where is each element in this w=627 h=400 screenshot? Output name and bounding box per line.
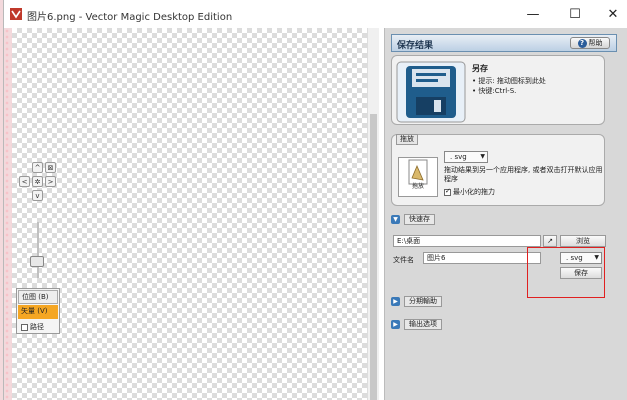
pan-right-button[interactable]: >	[45, 176, 56, 187]
minimize-drag-label: 最小化的拖力	[453, 188, 495, 196]
app-window: 图片6.png - Vector Magic Desktop Edition —…	[3, 0, 627, 400]
save-as-title: 另存	[472, 64, 488, 73]
minimize-drag-checkbox[interactable]	[444, 187, 451, 196]
help-icon: ?	[577, 38, 587, 48]
pan-down-button[interactable]: v	[32, 190, 43, 201]
panel-title: 保存结果	[397, 41, 434, 51]
path-checkbox[interactable]	[21, 323, 28, 331]
sharing-section-header[interactable]: ▶ 分期輸助	[391, 296, 442, 307]
arrow-icon: ↗	[547, 237, 553, 245]
open-folder-button[interactable]: ↗	[543, 235, 557, 247]
chevron-down-icon: ▼	[480, 153, 485, 160]
panel-header: 保存结果 ? 帮助	[391, 34, 617, 52]
mode-bitmap-button[interactable]: 位图 (B)	[18, 290, 58, 304]
maximize-button[interactable]: ☐	[560, 3, 590, 25]
drag-file-icon[interactable]	[398, 157, 438, 197]
save-as-button[interactable]: 另存 • 提示: 拖动图标到此处 • 快键:Ctrl-S.	[391, 55, 605, 125]
filename-field[interactable]: 图片6	[423, 252, 541, 264]
pan-up-button[interactable]: ^	[32, 162, 43, 173]
pan-left-button[interactable]: <	[19, 176, 30, 187]
save-panel: 保存结果 ? 帮助 另存 • 提示: 拖动图标到此处 • 快键:Ctrl-S. …	[384, 28, 627, 400]
drag-drop-section: 拖放 拖放 . svg ▼ 拖动结果到另一个应用程序, 或者双击打开默认应用程序…	[391, 134, 605, 206]
navigation-pad: ^ ⊠ < ✲ > v	[16, 162, 60, 206]
zoom-slider-track[interactable]	[37, 222, 39, 278]
pan-center-button[interactable]: ✲	[32, 176, 43, 187]
annotation-highlight-box	[527, 247, 605, 298]
sharing-label: 分期輸助	[404, 296, 442, 307]
quick-save-header[interactable]: ▼ 快速存	[391, 214, 435, 225]
drag-format-select[interactable]: . svg ▼	[444, 151, 488, 163]
floppy-disk-icon	[396, 61, 466, 123]
minimize-button[interactable]: —	[518, 3, 548, 25]
view-mode-selector: 位图 (B) 矢量 (V) 路径	[16, 288, 60, 334]
save-as-shortcut: • 快键:Ctrl-S.	[472, 87, 517, 95]
expand-right-icon: ▶	[391, 297, 400, 306]
zoom-slider-handle[interactable]	[30, 256, 44, 267]
mode-vector-button[interactable]: 矢量 (V)	[18, 305, 58, 319]
mode-path-toggle[interactable]: 路径	[18, 320, 58, 334]
minimize-drag-option[interactable]: 最小化的拖力	[444, 187, 495, 197]
quick-save-label: 快速存	[404, 214, 435, 225]
output-options-header[interactable]: ▶ 输出选项	[391, 319, 442, 330]
browse-button[interactable]: 浏览	[560, 235, 606, 247]
drag-format-value: . svg	[450, 153, 467, 161]
drag-icon-label: 拖放	[411, 183, 424, 190]
save-as-hint: • 提示: 拖动图标到此处	[472, 77, 546, 85]
drag-drop-tab: 拖放	[396, 134, 418, 145]
drag-description: 拖动结果到另一个应用程序, 或者双击打开默认应用程序	[444, 166, 603, 183]
output-options-label: 输出选项	[404, 319, 442, 330]
zoom-fit-button[interactable]: ⊠	[45, 162, 56, 173]
vertical-scrollbar[interactable]	[367, 28, 379, 400]
path-label: 路径	[30, 323, 44, 331]
expand-triangle-icon: ▼	[391, 215, 400, 224]
left-border-strip	[4, 28, 12, 400]
title-bar: 图片6.png - Vector Magic Desktop Edition —…	[4, 0, 627, 28]
window-title: 图片6.png - Vector Magic Desktop Edition	[27, 12, 233, 23]
expand-right-icon: ▶	[391, 320, 400, 329]
help-button[interactable]: ? 帮助	[570, 37, 610, 49]
preview-canvas[interactable]	[12, 28, 367, 400]
app-logo-icon	[10, 8, 22, 20]
filename-label: 文件名	[393, 256, 414, 264]
save-path-field[interactable]: E:\桌面	[393, 235, 541, 247]
close-button[interactable]: ✕	[598, 3, 627, 25]
scrollbar-thumb[interactable]	[370, 114, 377, 400]
help-label: 帮助	[588, 39, 603, 47]
